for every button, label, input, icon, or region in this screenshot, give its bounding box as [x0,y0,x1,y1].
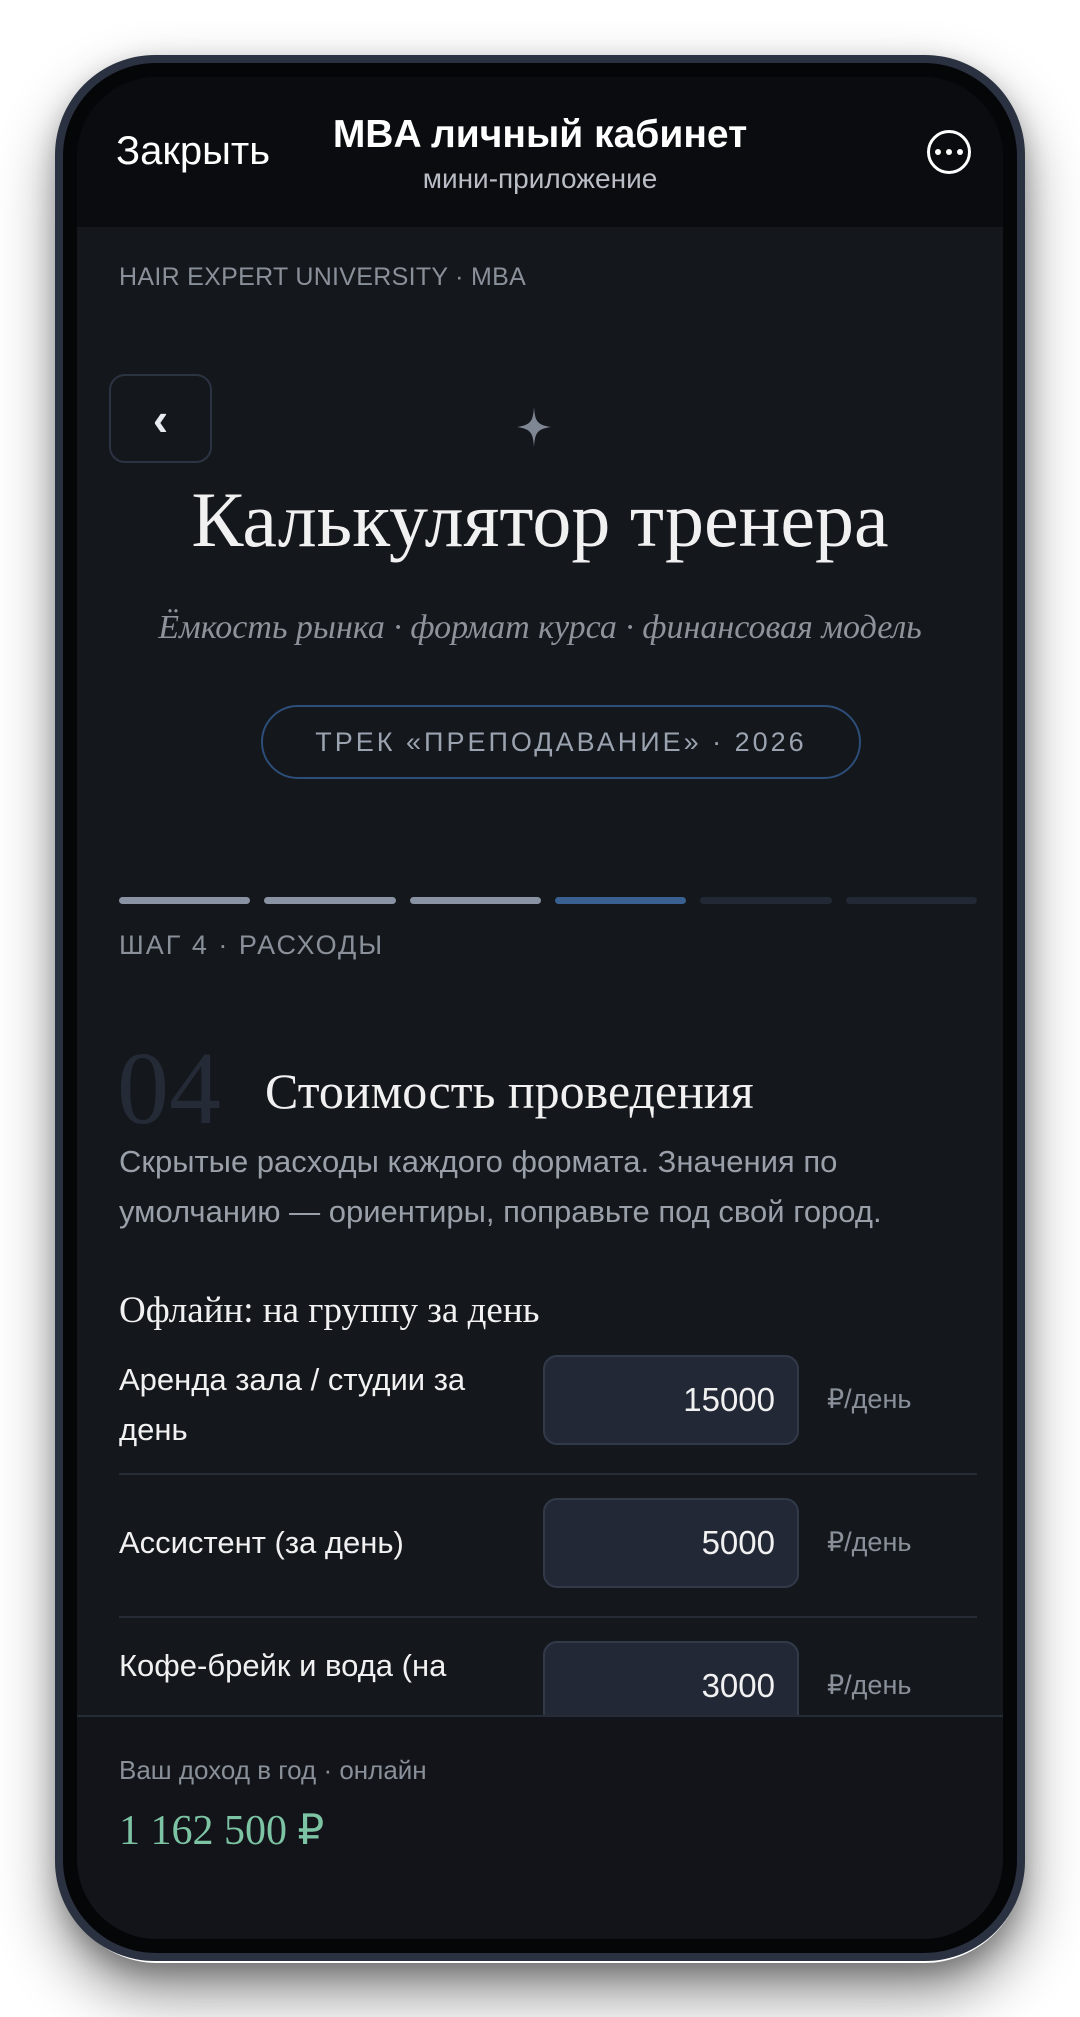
row-divider [119,1616,977,1618]
step-segment [264,897,396,904]
section-title: Стоимость проведения [265,1063,754,1119]
section-description: Скрытые расходы каждого формата. Значени… [119,1144,882,1229]
brand-caption: HAIR EXPERT UNIVERSITY · MBA [119,263,527,291]
more-options-icon[interactable] [927,130,971,174]
track-badge: ТРЕК «ПРЕПОДАВАНИЕ» · 2026 [261,705,861,779]
page-subtitle: Ёмкость рынка · формат курса · финансова… [158,609,922,646]
step-segment [554,897,687,904]
row-divider [119,1473,977,1475]
app-title: MBA личный кабинет [332,113,748,156]
back-button[interactable]: ‹ [109,374,212,463]
page-title: Калькулятор тренера [191,476,889,563]
offline-group-title: Офлайн: на группу за день [119,1290,540,1331]
step-progress [119,897,977,904]
sparkle-icon [517,407,551,447]
income-label: Ваш доход в год · онлайн [119,1755,427,1785]
step-segment [409,897,541,904]
cost-unit: ₽/день [827,1384,912,1414]
step-label: ШАГ 4 · РАСХОДЫ [119,930,385,960]
cost-label: Аренда зала / студии за день [119,1362,466,1447]
section-number: 04 [117,1031,221,1146]
cost-unit: ₽/день [827,1670,912,1700]
step-segment [845,897,977,904]
app-subtitle: мини-приложение [422,163,658,194]
cost-unit: ₽/день [827,1527,912,1557]
mini-app-header: Закрыть MBA личный кабинет мини-приложен… [77,77,1003,227]
phone-frame: Закрыть MBA личный кабинет мини-приложен… [55,55,1025,1961]
app-screen: Закрыть MBA личный кабинет мини-приложен… [77,77,1003,1939]
cost-label: Ассистент (за день) [119,1525,404,1560]
income-value: 1 162 500 ₽ [119,1808,325,1854]
step-segment [119,897,251,904]
income-summary-bar: Ваш доход в год · онлайн 1 162 500 ₽ [77,1715,1003,1939]
chevron-left-icon: ‹ [152,392,169,445]
step-segment [700,897,832,904]
phone-bezel: Закрыть MBA личный кабинет мини-приложен… [63,63,1017,1953]
assistant-cost-input[interactable]: 5000 [543,1498,799,1588]
cost-label: Кофе-брейк и вода (на [119,1648,447,1683]
rent-cost-input[interactable]: 15000 [543,1355,799,1445]
